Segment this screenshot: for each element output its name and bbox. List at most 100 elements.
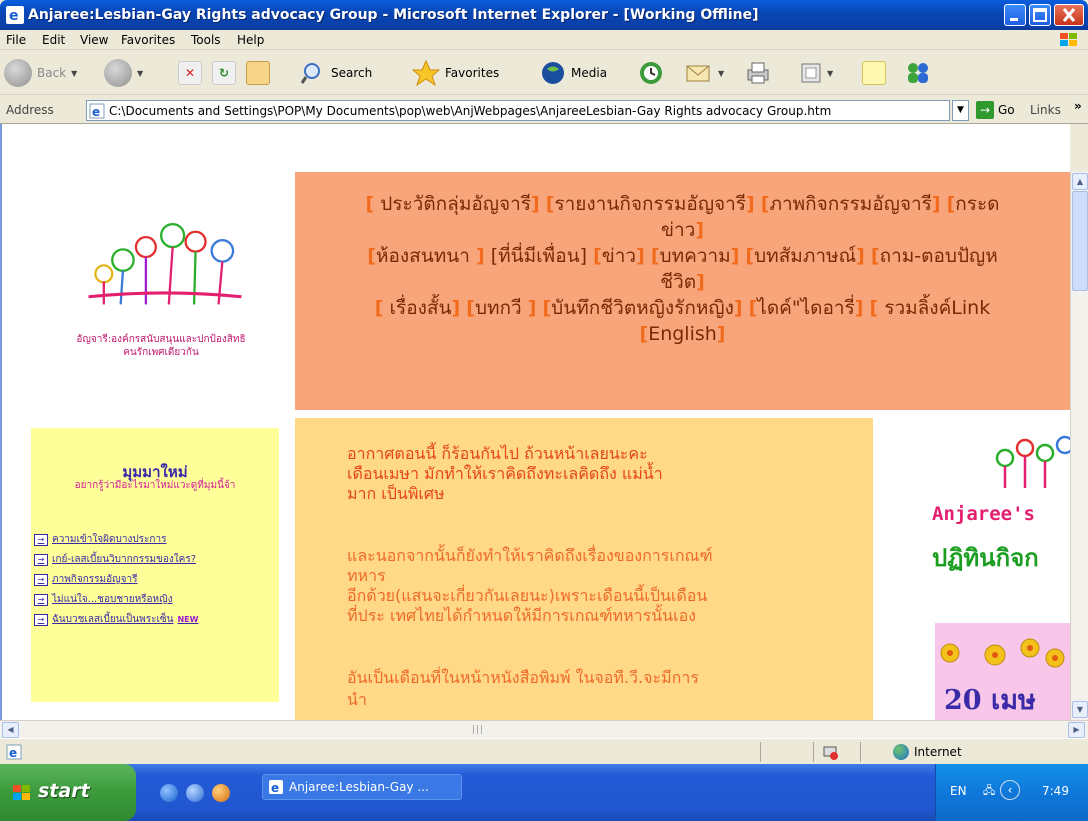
minimize-button[interactable] [1004, 4, 1026, 26]
vertical-scrollbar[interactable]: ▲ ▼ [1070, 171, 1088, 720]
toolbar: Back ▼ ▼ ✕ ↻ Search Favorites Media ▼ ▼ [0, 51, 1088, 95]
nav-link-activity-photos[interactable]: ภาพกิจกรรมอัญจารี [769, 193, 931, 215]
nav-link-news[interactable]: ข่าว [602, 245, 636, 267]
nav-link-qa-life[interactable]: ชีวิต [660, 271, 696, 293]
media-button[interactable]: Media [540, 57, 607, 89]
logo-caption-line-2: คนรักเพศเดียวกัน [123, 347, 199, 358]
search-icon [300, 63, 320, 84]
nav-row-1b: ข่าว] [660, 219, 704, 241]
tray-expand-icon[interactable]: ‹ [1000, 780, 1020, 800]
refresh-button[interactable]: ↻ [212, 57, 236, 89]
sidebar-link[interactable]: → เกย์-เลสเบี้ยนวิบากกรรมของใคร? [34, 552, 196, 567]
arrow-bullet-icon: → [34, 593, 48, 606]
start-button[interactable]: start [0, 764, 136, 821]
svg-text:e: e [9, 746, 17, 760]
nav-row-2b: ชีวิต] [660, 271, 705, 293]
menu-tools[interactable]: Tools [191, 33, 221, 47]
menu-edit[interactable]: Edit [42, 33, 65, 47]
start-label: start [38, 780, 90, 802]
back-button[interactable]: Back ▼ [4, 57, 77, 89]
nav-menu: [ ประวัติกลุ่มอัญจารี] [รายงานกิจกรรมอัญ… [295, 172, 1070, 410]
nav-link-articles[interactable]: บทความ [660, 245, 731, 267]
favorites-label: Favorites [445, 66, 500, 80]
nav-link-friends[interactable]: ที่นี่มีเพื่อน [498, 245, 579, 267]
history-button[interactable] [638, 57, 664, 89]
nav-link-board-news[interactable]: ข่าว [661, 219, 695, 241]
go-button[interactable]: → Go [976, 101, 1015, 119]
nav-link-interviews[interactable]: บทสัมภาษณ์ [754, 245, 856, 267]
language-indicator[interactable]: EN [950, 784, 967, 798]
favorites-button[interactable]: Favorites [412, 57, 499, 89]
nav-link-qa[interactable]: ถาม-ตอบปัญห [880, 245, 998, 267]
article-line: อีกด้วย(แสนจะเกี่ยวกันเลยนะ)เพราะเดือนนี… [347, 586, 708, 605]
nav-link-board[interactable]: กระด [955, 193, 999, 215]
messenger-icon [908, 63, 928, 83]
nav-link-poems[interactable]: บทกวี [475, 297, 528, 319]
go-arrow-icon: → [976, 101, 994, 119]
home-button[interactable] [246, 57, 270, 89]
article-line: และนอกจากนั้นก็ยังทำให้เราคิดถึงเรื่องขอ… [347, 546, 713, 565]
quicklaunch-media-icon[interactable] [212, 784, 230, 802]
scroll-right-button[interactable]: ▶ [1068, 722, 1085, 738]
mail-button[interactable]: ▼ [685, 57, 724, 89]
nav-link-life-journal[interactable]: บันทึกชีวิตหญิงรักหญิง [551, 297, 734, 319]
nav-link-activity-report[interactable]: รายงานกิจกรรมอัญจารี [554, 193, 746, 215]
article-line: เดือนเมษา มักทำให้เราคิดถึงทะเลคิดถึง แม… [347, 464, 663, 483]
menu-help[interactable]: Help [237, 33, 264, 47]
flowers-icon [940, 638, 1065, 668]
horizontal-scrollbar[interactable]: ◀ ||| ▶ [0, 720, 1088, 738]
nav-link-dyke-diary[interactable]: ไดค์"ไดอารี่ [757, 297, 855, 319]
offline-icon [823, 746, 838, 760]
print-button[interactable] [745, 57, 771, 89]
nav-link-links[interactable]: รวมลิ้งค์Link [878, 297, 990, 319]
messenger-button[interactable] [904, 57, 932, 89]
svg-text:e: e [271, 781, 279, 794]
scroll-up-button[interactable]: ▲ [1072, 173, 1088, 190]
menu-favorites[interactable]: Favorites [121, 33, 175, 47]
menu-file[interactable]: File [6, 33, 26, 47]
quicklaunch-ie-icon[interactable] [160, 784, 178, 802]
discuss-button[interactable] [862, 57, 886, 89]
windows-logo-icon [13, 785, 30, 800]
go-label: Go [998, 103, 1015, 117]
taskbar-window-button[interactable]: e Anjaree:Lesbian-Gay ... [262, 774, 462, 800]
right-column: Anjaree's ปฏิทินกิจก 20 เมษ [930, 418, 1070, 720]
back-arrow-icon [4, 59, 32, 87]
quicklaunch-desktop-icon[interactable] [186, 784, 204, 802]
search-label: Search [331, 66, 373, 80]
address-dropdown-button[interactable]: ▼ [952, 100, 969, 121]
address-input[interactable]: e C:\Documents and Settings\POP\My Docum… [86, 100, 950, 121]
close-button[interactable] [1054, 4, 1084, 26]
calendar-banner-text: ปฏิทินกิจก [932, 544, 1039, 572]
sidebar-link[interactable]: → ความเข้าใจผิดบางประการ [34, 532, 166, 547]
forward-button[interactable]: ▼ [104, 57, 143, 89]
edit-button[interactable]: ▼ [800, 57, 833, 89]
internet-explorer-icon: e [269, 780, 283, 794]
stop-button[interactable]: ✕ [178, 57, 202, 89]
sidebar-link[interactable]: → ไม่แน่ใจ...ชอบชายหรือหญิง [34, 592, 173, 607]
internet-explorer-icon: e [6, 6, 24, 24]
nav-row-2: [ห้องสนทนา ] [ที่นี่มีเพื่อน] [ข่าว] [บท… [367, 245, 998, 267]
sidebar-link[interactable]: → ภาพกิจกรรมอัญจารี [34, 572, 137, 587]
scroll-down-button[interactable]: ▼ [1072, 701, 1088, 718]
taskbar-window-label: Anjaree:Lesbian-Gay ... [289, 780, 429, 794]
network-icon[interactable]: 🖧 [983, 782, 995, 801]
toolbar-overflow-icon[interactable]: » [1074, 99, 1082, 113]
nav-link-english[interactable]: English [648, 323, 717, 345]
maximize-button[interactable] [1029, 4, 1051, 26]
chevron-down-icon: ▼ [71, 68, 78, 78]
scroll-left-button[interactable]: ◀ [2, 722, 19, 738]
nav-link-chatroom[interactable]: ห้องสนทนา [376, 245, 476, 267]
sidebar-link[interactable]: → ฉันบวชเลสเบี้ยนเป็นพระเซ็น NEW [34, 612, 198, 627]
event-date-text: 20 เมษ [944, 685, 1036, 716]
sidebar-link-label: เกย์-เลสเบี้ยนวิบากกรรมของใคร? [52, 554, 197, 565]
menu-view[interactable]: View [80, 33, 108, 47]
nav-row-3: [ เรื่องสั้น] [บทกวี ] [บันทึกชีวิตหญิงร… [374, 297, 991, 319]
nav-row-1: [ ประวัติกลุ่มอัญจารี] [รายงานกิจกรรมอัญ… [365, 193, 1000, 215]
links-button[interactable]: Links [1030, 103, 1061, 117]
nav-link-history[interactable]: ประวัติกลุ่มอัญจารี [380, 193, 531, 215]
page-status-icon: e [6, 744, 22, 760]
scroll-thumb[interactable] [1072, 191, 1088, 291]
search-button[interactable]: Search [300, 57, 372, 89]
nav-link-short-stories[interactable]: เรื่องสั้น [390, 297, 452, 319]
